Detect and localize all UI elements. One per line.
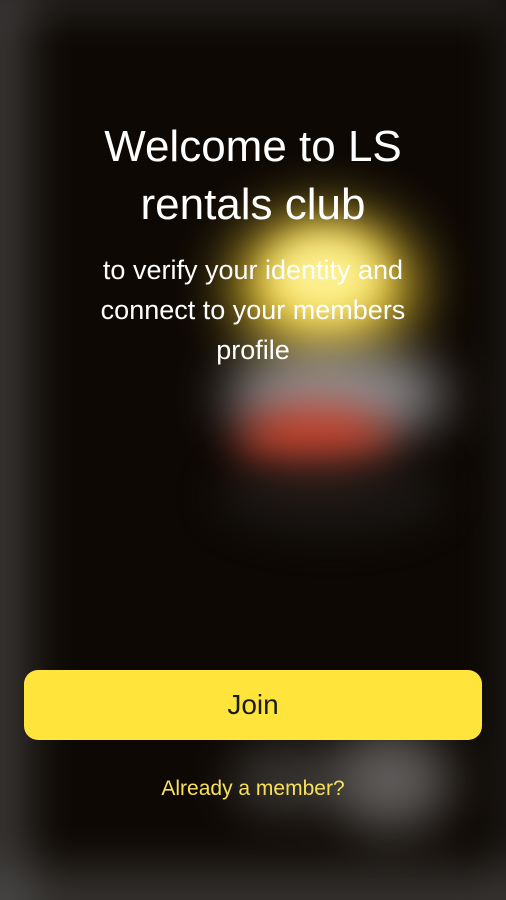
welcome-subtitle: to verify your identity and connect to y… [100, 255, 406, 365]
already-member-link[interactable]: Already a member? [0, 774, 506, 804]
welcome-screen: Welcome to LS rentals club to verify you… [0, 0, 506, 900]
blur-shadow-body [215, 455, 445, 535]
welcome-title: Welcome to LS rentals club [104, 122, 402, 229]
join-button[interactable]: Join [24, 670, 482, 740]
